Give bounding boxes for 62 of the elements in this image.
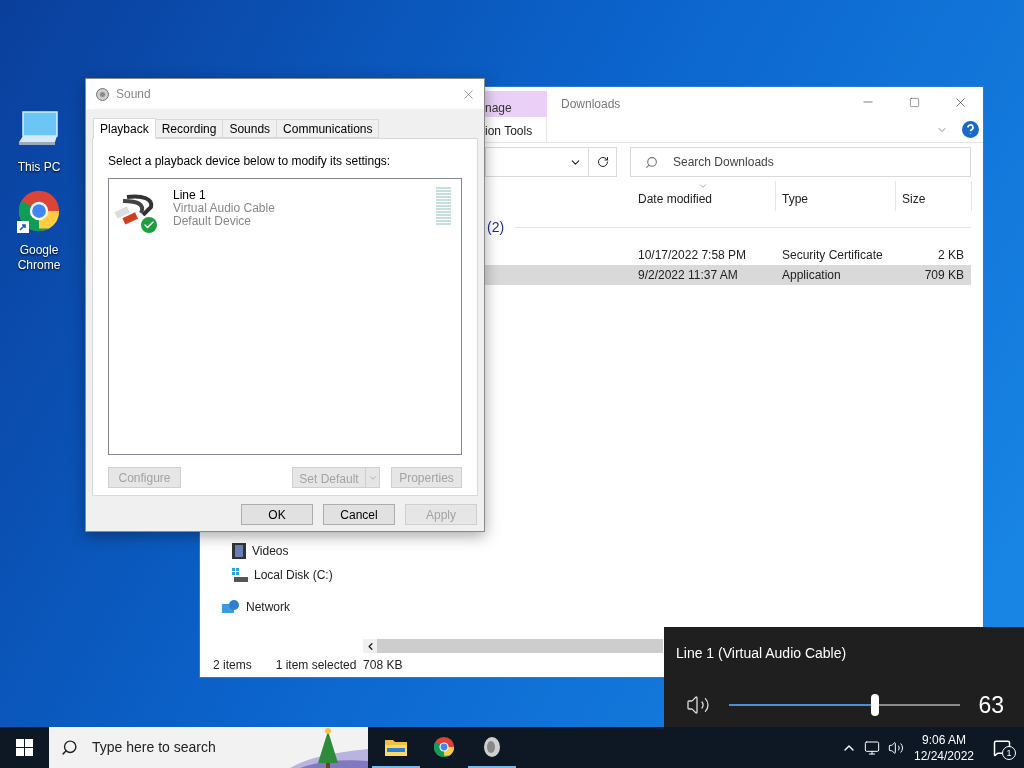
slider-thumb[interactable] [870,694,879,717]
notification-badge: 1 [1002,746,1016,760]
film-icon [232,543,246,559]
table-cell-text: 9/2/2022 11:37 AM [638,267,739,284]
desktop-icon-label[interactable]: Google Chrome [9,243,69,273]
level-meter [436,187,451,227]
dialog-button[interactable]: Cancel [323,504,395,525]
file-row[interactable]: 10/17/2022 7:58 PM Security Certificate 2 KB [485,245,971,265]
refresh-icon [596,156,609,168]
device-list[interactable]: Line 1 Virtual Audio Cable Default Device [108,178,462,455]
table-cell-text: Security Certificate [782,247,884,264]
table-cell-text: 2 KB [937,247,964,264]
chrome-logo-icon [433,735,455,758]
network-icon [222,599,240,615]
dialog-button[interactable]: OK [241,504,313,525]
column-header[interactable]: Date modified [632,181,776,211]
volume-slider[interactable] [729,695,960,716]
help-icon[interactable] [962,121,979,138]
clock[interactable]: 9:06 AM 12/24/2022 [908,727,980,768]
notification-icon [993,738,1011,757]
drive-icon [232,568,248,582]
nav-item[interactable]: Local Disk (C:) [200,563,983,587]
taskbar-search-box[interactable]: Type here to search [49,727,368,768]
instruction-text: Select a playback device below to modify its settings: [108,153,392,170]
shortcut-arrow-icon [17,221,29,233]
nav-item[interactable]: Network [200,595,983,619]
chrome-logo-icon [17,189,61,233]
device-status: Default Device [173,215,253,228]
flyout-device-name: Line 1 (Virtual Audio Cable) [676,644,848,663]
desktop-icon-label[interactable]: This PC [9,160,69,175]
column-header[interactable]: Size [896,181,972,211]
dialog-tab[interactable]: Sounds [222,119,278,138]
window-title: Downloads [561,96,621,113]
nav-item[interactable]: Videos [200,539,983,563]
scroll-left-button[interactable] [363,639,377,653]
dialog-tab[interactable]: Recording [154,119,224,138]
maximize-icon [908,96,920,108]
device-name: Line 1 [173,189,207,202]
scrollbar-thumb[interactable] [377,639,663,653]
file-row[interactable]: 9/2/2022 11:37 AM Application 709 KB [485,265,971,285]
dialog-tab[interactable]: Playback [93,118,156,139]
status-text: 2 items [213,657,252,674]
network-icon [864,739,880,756]
search-icon [61,739,78,756]
group-header[interactable]: (2) [487,216,505,238]
dialog-title: Sound [116,86,151,103]
device-driver: Virtual Audio Cable [173,202,275,215]
dialog-tab[interactable]: Communications [276,119,380,138]
ribbon-context-band: nage [485,91,547,117]
column-header[interactable]: Type [776,181,896,211]
status-text: 1 item selected 708 KB [275,657,403,674]
windows-logo-icon [16,739,33,756]
volume-value: 63 [978,691,1004,720]
table-cell-text: 10/17/2022 7:58 PM [638,247,748,264]
search-field[interactable]: Search Downloads [673,153,970,171]
taskbar-search-field[interactable]: Type here to search [92,737,282,758]
table-cell-text: 709 KB [923,267,964,284]
notification-button[interactable]: 1 [980,727,1024,768]
search-box[interactable]: Search Downloads [630,147,971,177]
search-icon [645,155,658,169]
sort-indicator-icon [698,181,708,191]
table-cell-text: Application [782,267,842,284]
